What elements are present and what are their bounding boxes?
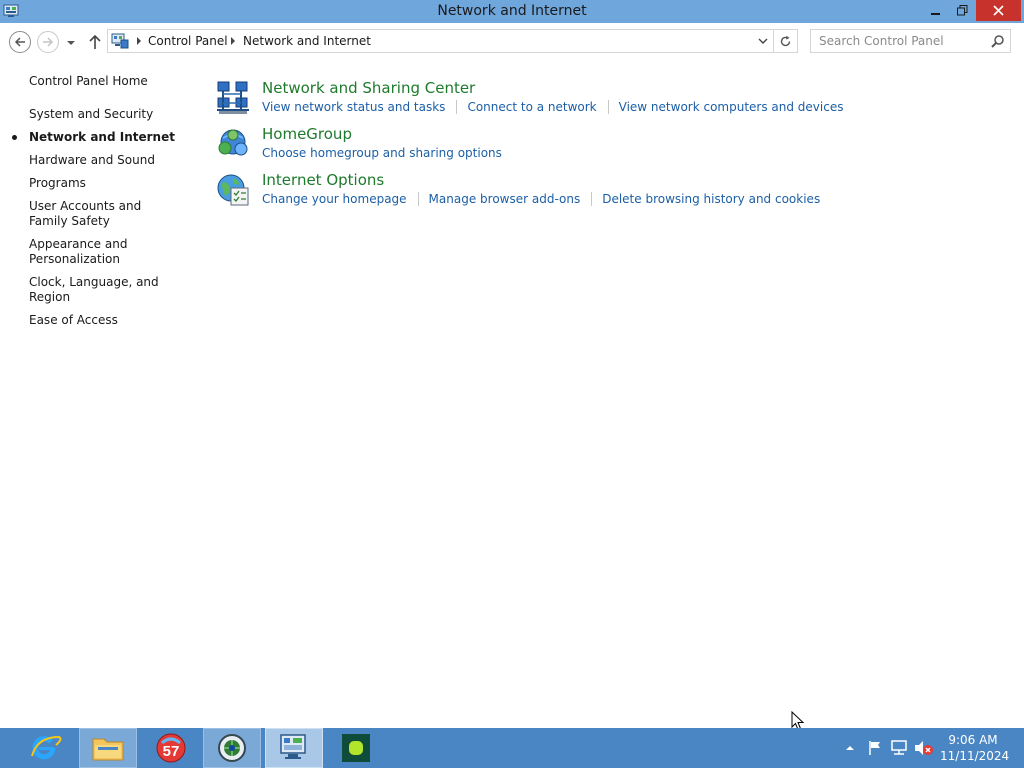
clock-date: 11/11/2024 (940, 749, 1010, 763)
navigation-bar: Control Panel Network and Internet (0, 23, 1024, 59)
manage-add-ons-link[interactable]: Manage browser add-ons (429, 192, 581, 206)
category-network-and-sharing-center: Network and Sharing Center View network … (215, 77, 1015, 123)
network-and-sharing-center-title[interactable]: Network and Sharing Center (262, 79, 475, 97)
left-nav-hardware-and-sound[interactable]: Hardware and Sound (0, 153, 200, 168)
forward-button[interactable] (37, 31, 59, 53)
view-network-status-link[interactable]: View network status and tasks (262, 100, 445, 114)
taskbar-green-app[interactable] (327, 728, 385, 768)
show-hidden-icons-button[interactable] (842, 728, 858, 768)
left-nav-appearance-and-personalization[interactable]: Appearance and Personalization (0, 237, 150, 267)
back-button[interactable] (9, 31, 31, 53)
homegroup-icon[interactable] (215, 126, 251, 162)
taskbar-badge-app[interactable]: 57 (142, 728, 200, 768)
restore-icon (956, 5, 967, 16)
taskbar-file-explorer[interactable] (79, 728, 137, 768)
view-network-computers-link[interactable]: View network computers and devices (619, 100, 844, 114)
search-icon[interactable] (991, 34, 1005, 48)
left-nav-clock-language-and-region[interactable]: Clock, Language, and Region (0, 275, 200, 305)
action-center-button[interactable] (864, 728, 886, 768)
breadcrumb-control-panel[interactable]: Control Panel (148, 34, 228, 48)
breadcrumb-network-and-internet[interactable]: Network and Internet (243, 34, 371, 48)
taskbar: 57 9:06 AM 11/11/2024 (0, 728, 1024, 768)
delete-browsing-history-link[interactable]: Delete browsing history and cookies (602, 192, 820, 206)
connect-to-network-link[interactable]: Connect to a network (467, 100, 596, 114)
search-input[interactable] (812, 31, 987, 51)
minimize-icon (931, 12, 940, 15)
left-nav-label: Network and Internet (29, 130, 175, 144)
folder-icon (92, 738, 124, 761)
link-separator (607, 100, 609, 114)
taskbar-control-panel[interactable] (265, 728, 323, 768)
category-internet-options: Internet Options Change your homepage Man… (215, 169, 1015, 215)
internet-options-title[interactable]: Internet Options (262, 171, 384, 189)
network-status-button[interactable] (888, 728, 910, 768)
taskbar-internet-explorer[interactable] (17, 728, 75, 768)
close-button[interactable] (976, 0, 1021, 21)
left-nav-programs[interactable]: Programs (0, 176, 200, 191)
left-nav-user-accounts-and-family-safety[interactable]: User Accounts and Family Safety (0, 199, 185, 229)
search-box (810, 29, 1011, 53)
control-panel-home-link[interactable]: Control Panel Home (29, 74, 148, 88)
globe-icon (218, 734, 246, 762)
homegroup-links: Choose homegroup and sharing options (262, 146, 502, 160)
category-homegroup: HomeGroup Choose homegroup and sharing o… (215, 123, 1015, 169)
internet-explorer-icon (31, 735, 62, 760)
minimize-button[interactable] (922, 0, 950, 21)
category-content: Network and Sharing Center View network … (215, 77, 1015, 215)
system-clock[interactable]: 9:06 AM 11/11/2024 (940, 732, 1010, 764)
chevron-up-icon (846, 746, 854, 750)
left-nav-network-and-internet[interactable]: Network and Internet (0, 130, 200, 145)
up-arrow-icon[interactable] (86, 32, 104, 52)
app-badge-icon: 57 (156, 733, 186, 763)
clock-time: 9:06 AM (948, 733, 998, 747)
close-icon (993, 5, 1004, 16)
internet-options-icon[interactable] (215, 172, 251, 208)
volume-button[interactable] (912, 728, 936, 768)
link-separator (456, 100, 458, 114)
title-bar: Network and Internet (0, 0, 1024, 23)
arrow-right-icon (43, 37, 54, 47)
internet-options-links: Change your homepage Manage browser add-o… (262, 192, 820, 206)
refresh-button[interactable] (774, 29, 798, 53)
window-title: Network and Internet (437, 3, 587, 19)
network-sharing-icon[interactable] (215, 80, 251, 116)
link-separator (417, 192, 419, 206)
recent-locations-chevron-down-icon[interactable] (64, 36, 78, 50)
network-icon (891, 740, 907, 755)
category-list: System and Security Network and Internet… (0, 107, 200, 336)
link-separator (591, 192, 593, 206)
chevron-right-icon[interactable] (229, 36, 237, 46)
homegroup-sharing-options-link[interactable]: Choose homegroup and sharing options (262, 146, 502, 160)
control-panel-icon (280, 734, 306, 759)
taskbar-globe-app[interactable] (203, 728, 261, 768)
refresh-icon (780, 35, 791, 46)
flag-icon (869, 741, 880, 755)
change-homepage-link[interactable]: Change your homepage (262, 192, 407, 206)
homegroup-title[interactable]: HomeGroup (262, 125, 352, 143)
left-nav-ease-of-access[interactable]: Ease of Access (0, 313, 200, 328)
badge-count: 57 (163, 743, 180, 760)
chevron-right-icon[interactable] (135, 36, 143, 46)
address-history-chevron-down-icon[interactable] (756, 34, 770, 48)
network-and-sharing-center-links: View network status and tasks Connect to … (262, 100, 843, 114)
speaker-muted-icon (915, 741, 933, 755)
left-navigation-pane: Control Panel Home System and Security N… (0, 59, 200, 729)
restore-button[interactable] (948, 0, 976, 21)
current-category-bullet-icon (12, 135, 17, 140)
control-panel-icon (111, 33, 129, 49)
left-nav-system-and-security[interactable]: System and Security (0, 107, 200, 122)
arrow-left-icon (14, 37, 25, 47)
address-bar[interactable]: Control Panel Network and Internet (107, 29, 774, 53)
green-app-icon (342, 734, 370, 762)
